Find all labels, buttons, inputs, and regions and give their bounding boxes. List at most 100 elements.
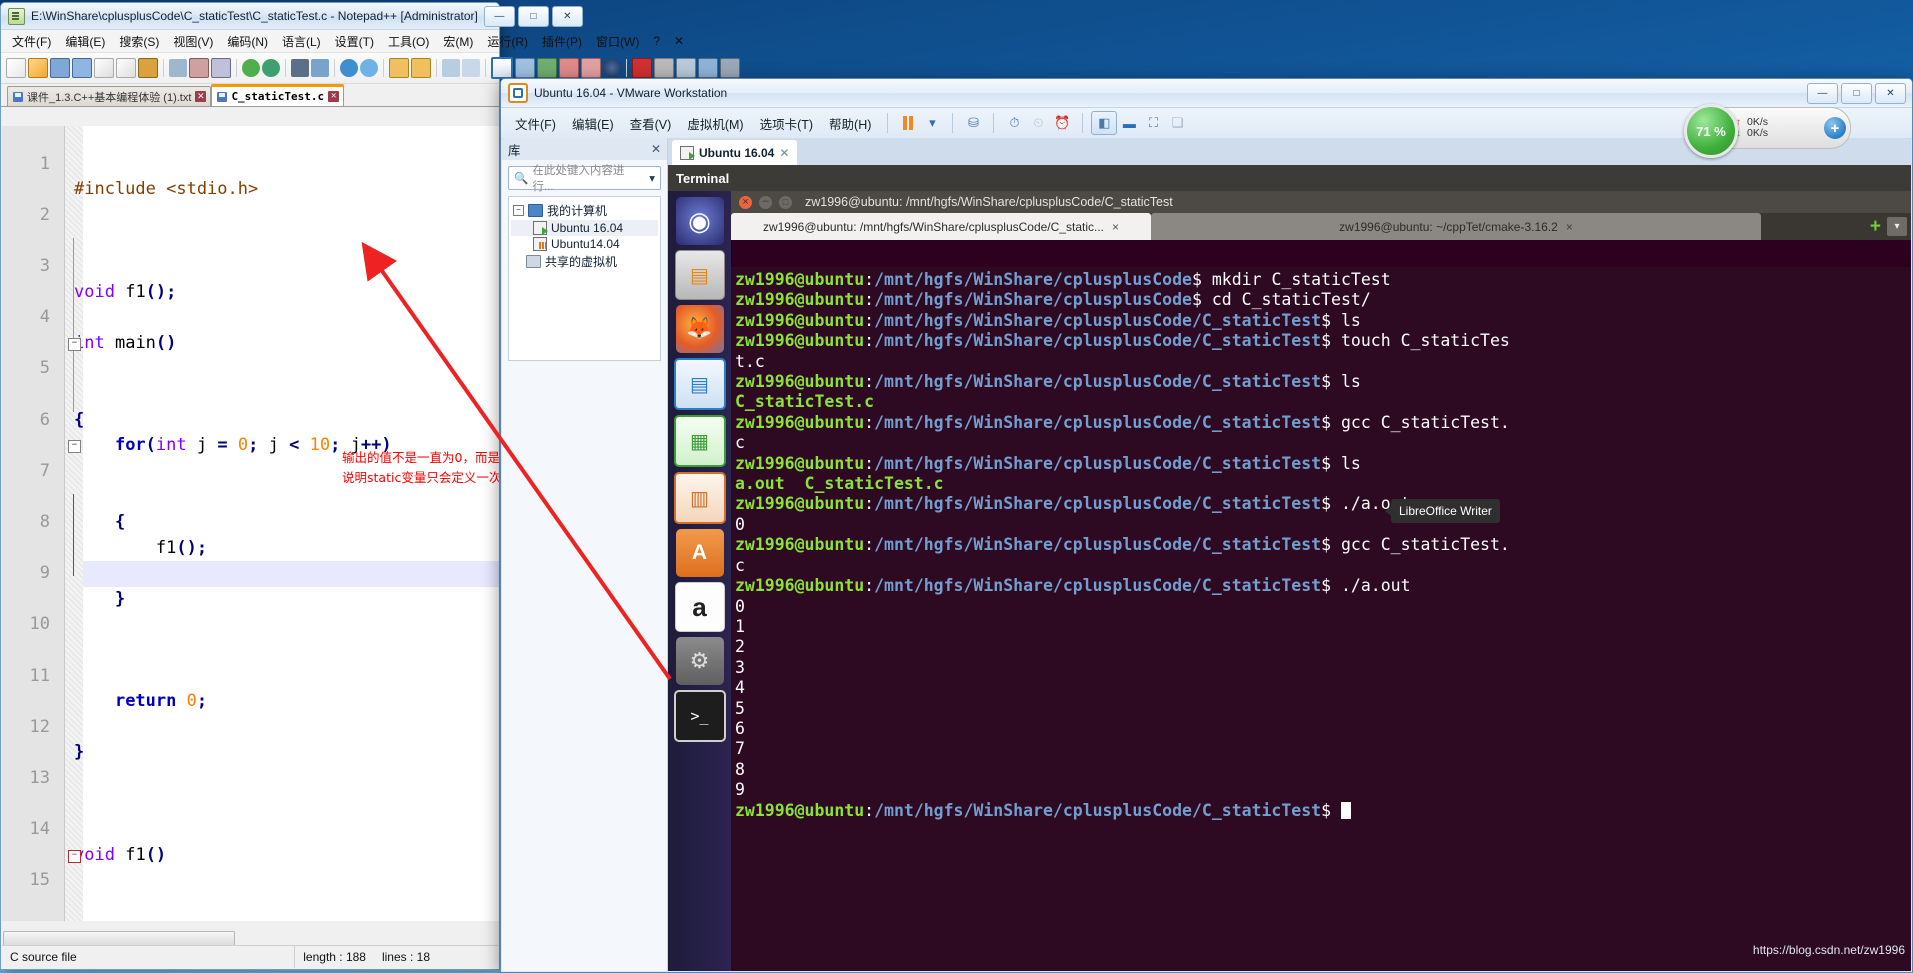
vmware-window-controls[interactable]: — □ ✕ xyxy=(1807,82,1908,104)
copy-icon[interactable] xyxy=(189,58,209,78)
notepadpp-window-controls[interactable]: — □ ✕ xyxy=(483,5,585,27)
firefox-icon[interactable]: 🦊 xyxy=(675,305,724,353)
tree-expander-icon[interactable]: − xyxy=(513,205,524,216)
monitor-icon[interactable] xyxy=(603,59,621,77)
notepadpp-menubar[interactable]: 文件(F) 编辑(E) 搜索(S) 视图(V) 编码(N) 语言(L) 设置(T… xyxy=(1,30,684,53)
fold-collapse-icon[interactable]: − xyxy=(68,440,81,454)
menu-help[interactable]: ? xyxy=(646,32,667,50)
editor-tab-active[interactable]: C_staticTest.c ✕ xyxy=(211,84,345,106)
sync-scroll-v-icon[interactable] xyxy=(389,58,409,78)
system-settings-icon[interactable]: ⚙ xyxy=(675,637,724,685)
ubuntu-software-icon[interactable]: A xyxy=(675,529,724,577)
new-file-icon[interactable] xyxy=(6,58,26,78)
menu-tools[interactable]: 工具(O) xyxy=(381,31,436,52)
menu-close-document-button[interactable]: ✕ xyxy=(667,32,694,50)
vmware-library-panel[interactable]: 库 ✕ 🔍 在此处键入内容进行... ▾ − 我的计算机 Ubuntu 16.0… xyxy=(502,138,668,971)
libreoffice-calc-icon[interactable]: ▦ xyxy=(673,415,726,467)
undo-icon[interactable] xyxy=(242,59,260,77)
gnome-terminal-window[interactable]: zw1996@ubuntu: /mnt/hgfs/WinShare/cplusp… xyxy=(731,191,1911,971)
ubuntu-dash-icon[interactable]: ◉ xyxy=(675,197,724,245)
menu-edit[interactable]: 编辑(E) xyxy=(58,31,112,52)
tab-list-caret-icon[interactable]: ▾ xyxy=(1887,217,1907,236)
vm-menu-tabs[interactable]: 选项卡(T) xyxy=(752,111,821,136)
chevron-down-icon[interactable]: ▾ xyxy=(649,171,655,185)
files-icon[interactable]: ▤ xyxy=(674,250,725,300)
macro-stop-icon[interactable] xyxy=(654,58,674,78)
menu-plugins[interactable]: 插件(P) xyxy=(535,31,589,52)
fold-collapse-icon[interactable]: − xyxy=(68,337,81,351)
maximize-button[interactable]: □ xyxy=(1841,82,1872,104)
vmware-window[interactable]: Ubuntu 16.04 - VMware Workstation — □ ✕ … xyxy=(500,78,1913,973)
tab-close-icon[interactable]: × xyxy=(1566,220,1573,234)
notepadpp-toolbar[interactable] xyxy=(1,53,740,84)
menu-run[interactable]: 运行(R) xyxy=(480,31,535,52)
notepadpp-tabbar[interactable]: 课件_1.3.C++基本编程体验 (1).txt ✕ C_staticTest.… xyxy=(1,84,499,107)
library-close-icon[interactable]: ✕ xyxy=(651,142,661,156)
unity-top-panel[interactable]: Terminal xyxy=(668,165,1911,191)
maximize-icon[interactable] xyxy=(779,195,792,209)
suspend-button[interactable] xyxy=(896,112,920,134)
take-snapshot-icon[interactable]: ⏱ xyxy=(1002,112,1026,134)
menu-macro[interactable]: 宏(M) xyxy=(436,31,480,52)
maximize-button[interactable]: □ xyxy=(517,5,549,27)
menu-file[interactable]: 文件(F) xyxy=(5,31,58,52)
show-library-toggle-icon[interactable]: ◧ xyxy=(1091,111,1118,135)
libreoffice-impress-icon[interactable]: ▥ xyxy=(673,472,726,524)
folder-workspace-icon[interactable] xyxy=(581,58,601,78)
terminal-tabbar[interactable]: zw1996@ubuntu: /mnt/hgfs/WinShare/cplusp… xyxy=(731,213,1911,240)
find-icon[interactable] xyxy=(291,59,309,77)
close-button[interactable]: ✕ xyxy=(551,5,583,27)
tree-item-ubuntu-1604[interactable]: Ubuntu 16.04 xyxy=(511,220,658,236)
paste-icon[interactable] xyxy=(211,58,231,78)
menu-language[interactable]: 语言(L) xyxy=(275,31,328,52)
zoom-out-icon[interactable] xyxy=(360,59,378,77)
vm-menu-virtualmachine[interactable]: 虚拟机(M) xyxy=(679,111,751,136)
terminal-icon[interactable]: >_ xyxy=(673,690,726,742)
sync-scroll-h-icon[interactable] xyxy=(411,58,431,78)
new-tab-button[interactable]: + xyxy=(1864,213,1887,240)
menu-window[interactable]: 窗口(W) xyxy=(589,31,646,52)
vm-menu-edit[interactable]: 编辑(E) xyxy=(564,111,622,136)
editor-horizontal-scrollbar[interactable] xyxy=(2,930,498,947)
power-dropdown-caret-icon[interactable]: ▾ xyxy=(920,112,944,134)
close-icon[interactable] xyxy=(739,195,752,209)
expand-widget-button[interactable]: + xyxy=(1824,117,1846,139)
library-tree[interactable]: − 我的计算机 Ubuntu 16.04 Ubuntu14.04 共享的虚拟机 xyxy=(508,196,661,361)
terminal-tab-inactive[interactable]: zw1996@ubuntu: ~/cppTet/cmake-3.16.2 × xyxy=(1151,213,1761,240)
ui-user-lang-icon[interactable] xyxy=(515,58,535,78)
amazon-icon[interactable]: a xyxy=(674,582,725,632)
tab-close-icon[interactable]: ✕ xyxy=(328,91,340,102)
show-all-chars-icon[interactable] xyxy=(462,59,480,77)
replace-icon[interactable] xyxy=(311,59,329,77)
menu-view[interactable]: 视图(V) xyxy=(166,31,220,52)
doc-map-icon[interactable] xyxy=(537,58,557,78)
snapshot-manager-icon[interactable]: ⏰ xyxy=(1050,112,1074,134)
macro-play-icon[interactable] xyxy=(676,58,696,78)
function-list-icon[interactable] xyxy=(559,58,579,78)
tab-close-icon[interactable]: × xyxy=(1112,220,1119,234)
menu-settings[interactable]: 设置(T) xyxy=(328,31,381,52)
redo-icon[interactable] xyxy=(262,59,280,77)
zoom-in-icon[interactable] xyxy=(340,59,358,77)
menu-search[interactable]: 搜索(S) xyxy=(112,31,166,52)
save-icon[interactable] xyxy=(50,58,70,78)
macro-record-icon[interactable] xyxy=(632,58,652,78)
close-all-icon[interactable] xyxy=(116,58,136,78)
tab-close-icon[interactable]: ✕ xyxy=(195,91,207,102)
fullscreen-icon[interactable]: ⛶ xyxy=(1141,112,1165,134)
tree-item-shared-vms[interactable]: 共享的虚拟机 xyxy=(511,252,658,271)
menu-encoding[interactable]: 编码(N) xyxy=(220,31,275,52)
macro-playmulti-icon[interactable] xyxy=(698,58,718,78)
word-wrap-icon[interactable] xyxy=(442,59,460,77)
show-console-view-icon[interactable]: ▬ xyxy=(1117,112,1141,134)
revert-snapshot-icon[interactable]: ⏲ xyxy=(1026,112,1050,134)
notepadpp-window[interactable]: E:\WinShare\cplusplusCode\C_staticTest\C… xyxy=(0,2,740,970)
indent-guide-icon[interactable] xyxy=(491,57,513,79)
unity-mode-icon[interactable]: ❏ xyxy=(1165,112,1189,134)
macro-save-icon[interactable] xyxy=(720,58,740,78)
cpu-usage-gauge[interactable]: 71 % xyxy=(1684,104,1738,158)
fold-collapse-icon[interactable]: − xyxy=(68,849,81,863)
editor-tab-inactive[interactable]: 课件_1.3.C++基本编程体验 (1).txt ✕ xyxy=(7,86,212,106)
minimize-button[interactable]: — xyxy=(1807,82,1838,104)
vm-menu-help[interactable]: 帮助(H) xyxy=(821,111,879,136)
